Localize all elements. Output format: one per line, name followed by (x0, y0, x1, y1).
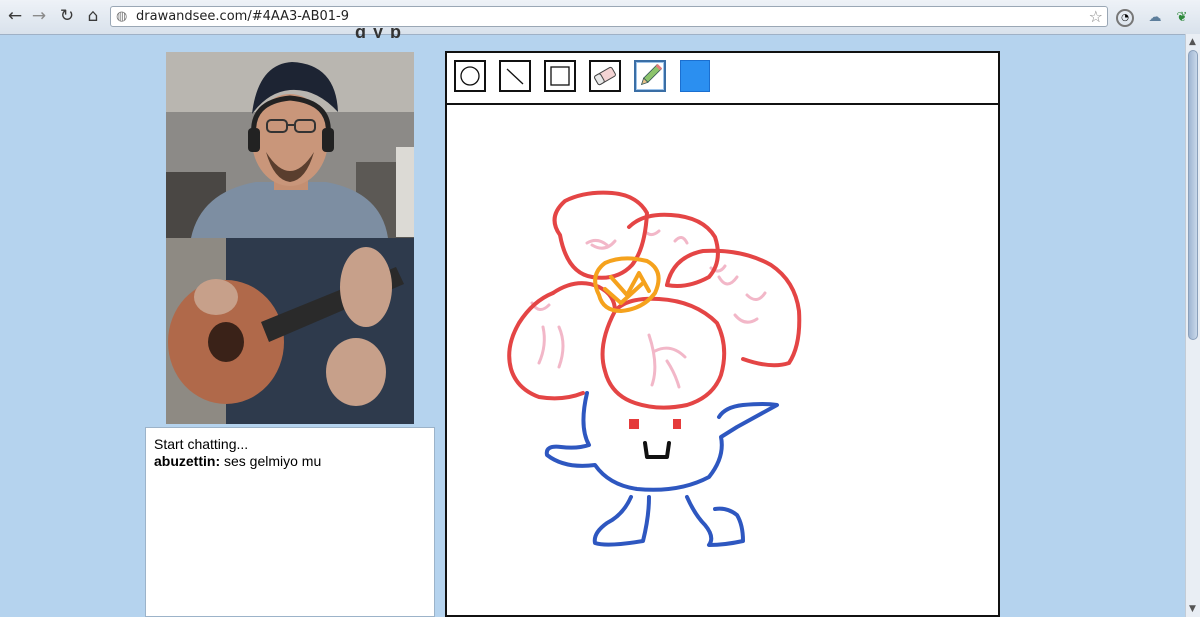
drawing-panel (445, 51, 1000, 617)
reload-icon[interactable]: ↻ (56, 5, 78, 27)
scroll-up-icon[interactable]: ▲ (1189, 37, 1196, 47)
page-heading: g y p (355, 26, 403, 38)
chat-message: abuzettin: ses gelmiyo mu (154, 453, 426, 470)
back-icon[interactable]: ← (4, 5, 26, 27)
forward-icon[interactable]: → (28, 5, 50, 27)
url-text: drawandsee.com/#4AA3-AB01-9 (136, 9, 350, 24)
pencil-tool[interactable] (634, 60, 666, 92)
scroll-down-icon[interactable]: ▼ (1189, 604, 1196, 614)
cloud-extension-icon[interactable]: ☁ (1145, 7, 1165, 27)
globe-icon: ◍ (116, 9, 128, 24)
circle-icon (460, 66, 480, 86)
eraser-icon (594, 66, 616, 86)
webcam-video (166, 52, 414, 424)
chat-panel[interactable]: Start chatting... abuzettin: ses gelmiyo… (145, 427, 435, 617)
chat-text: ses gelmiyo mu (220, 453, 322, 469)
scroll-thumb[interactable] (1188, 50, 1198, 340)
home-icon[interactable]: ⌂ (82, 5, 104, 27)
eraser-tool[interactable] (589, 60, 621, 92)
rectangle-tool[interactable] (544, 60, 576, 92)
chat-intro: Start chatting... (154, 436, 249, 452)
page-scrollbar[interactable]: ▲ ▼ (1185, 34, 1200, 617)
color-picker-swatch[interactable] (680, 60, 710, 92)
address-bar[interactable]: ◍ drawandsee.com/#4AA3-AB01-9 ☆ (110, 6, 1108, 27)
pencil-icon (640, 63, 663, 86)
line-tool[interactable] (499, 60, 531, 92)
chat-username: abuzettin: (154, 453, 221, 469)
square-icon (550, 66, 570, 86)
clock-extension-icon[interactable]: ◔ (1116, 9, 1134, 27)
star-icon[interactable]: ☆ (1089, 7, 1103, 26)
circle-tool[interactable] (454, 60, 486, 92)
line-icon (506, 68, 524, 85)
drawing-canvas[interactable] (447, 105, 998, 615)
drawing-toolbar (447, 53, 998, 105)
leaf-extension-icon[interactable]: ❦ (1172, 7, 1192, 27)
